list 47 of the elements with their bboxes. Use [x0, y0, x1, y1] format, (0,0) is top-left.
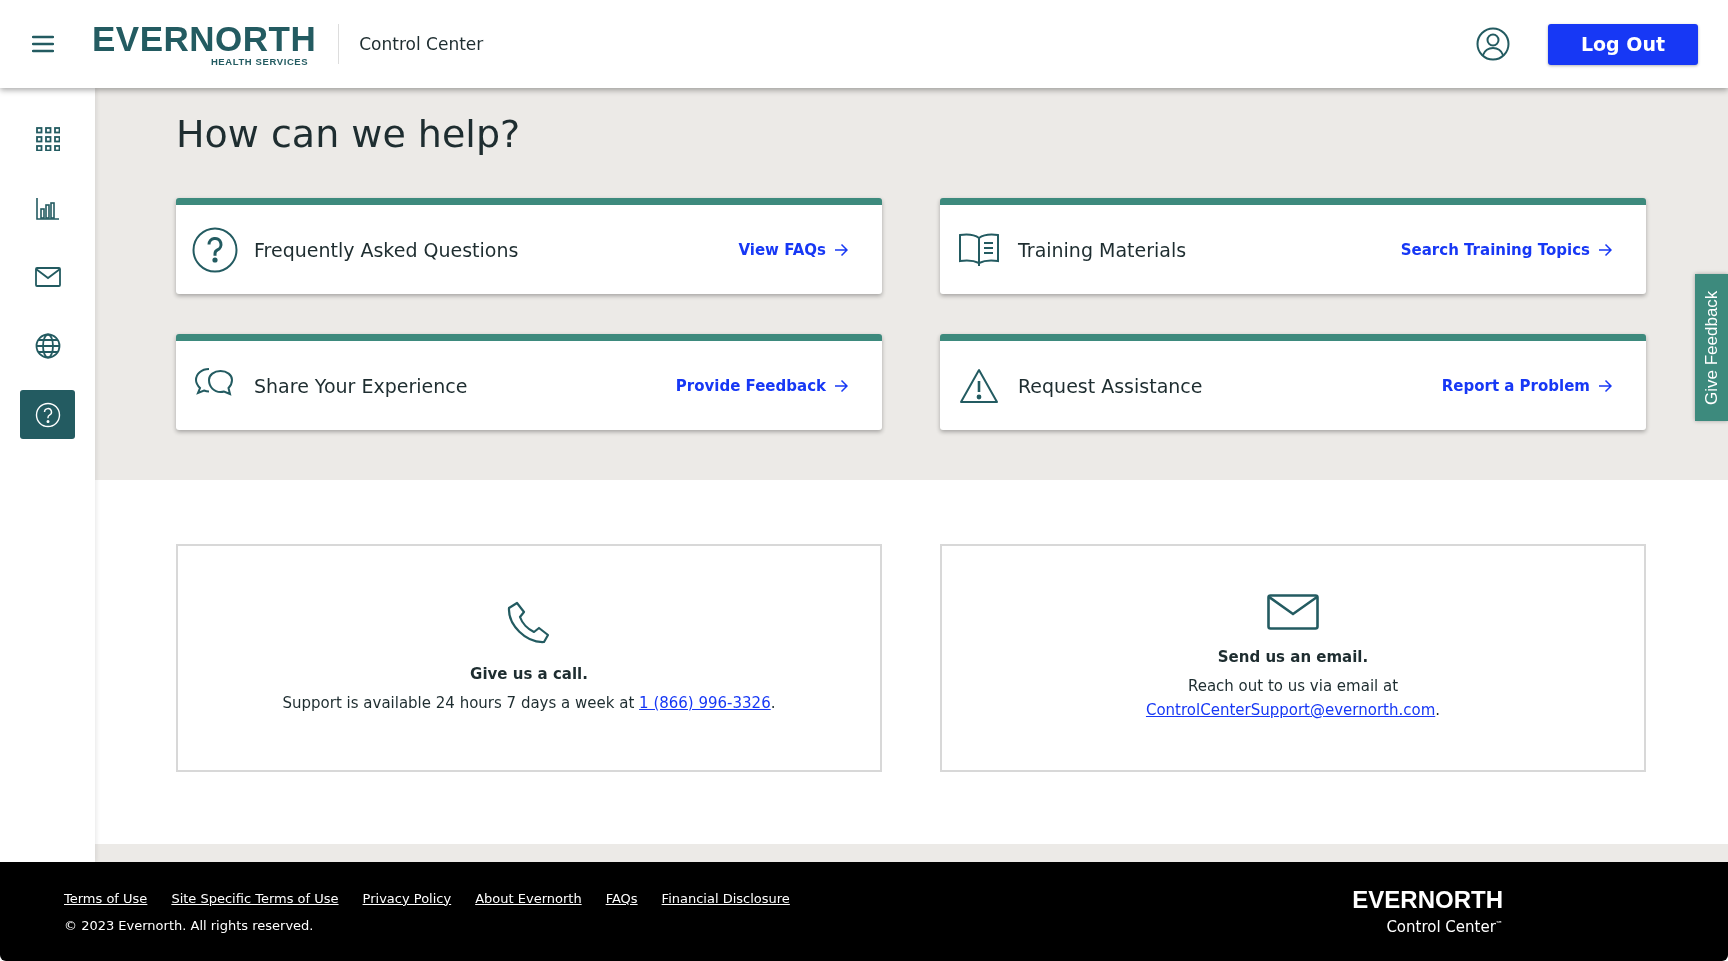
footer-product-name: Control Center$^{℠}$ — [1386, 917, 1503, 936]
globe-icon — [34, 332, 61, 359]
arrow-right-icon — [834, 242, 848, 257]
menu-button[interactable] — [32, 35, 54, 53]
card-link[interactable]: Search Training Topics — [1400, 240, 1612, 259]
footer-link[interactable]: Financial Disclosure — [661, 890, 790, 906]
logo-tagline: HEALTH SERVICES — [210, 55, 309, 67]
footer-link[interactable]: FAQs — [605, 890, 638, 906]
bar-chart-icon — [35, 195, 60, 220]
page-title: How can we help? — [176, 111, 522, 158]
footer-link[interactable]: Privacy Policy — [362, 890, 452, 906]
logo-wordmark: EVERNORTH — [92, 21, 317, 56]
footer-link[interactable]: Site Specific Terms of Use — [171, 890, 339, 906]
contact-text: Reach out to us via email at ControlCenterSupport@evernorth.com. — [1144, 676, 1442, 721]
sidebar-nav-button[interactable] — [20, 390, 75, 439]
arrow-right-icon — [1598, 378, 1612, 393]
card-title: Request Assistance — [1018, 374, 1204, 397]
question-icon — [192, 226, 238, 273]
card-title: Share Your Experience — [254, 374, 469, 397]
contact-link[interactable]: 1 (866) 996-3326 — [639, 694, 771, 712]
contact-heading: Give us a call. — [470, 665, 588, 683]
arrow-right-icon — [834, 378, 848, 393]
apps-grid-icon — [35, 126, 60, 151]
card-link[interactable]: Provide Feedback — [675, 376, 848, 395]
footer-link[interactable]: About Evernorth — [475, 890, 582, 906]
user-icon — [1476, 27, 1510, 61]
arrow-right-icon — [1598, 242, 1612, 257]
log-out-button[interactable]: Log Out — [1548, 23, 1698, 65]
envelope-icon — [1267, 594, 1319, 630]
footer-link[interactable]: Terms of Use — [64, 890, 148, 906]
card-link[interactable]: Report a Problem — [1441, 376, 1612, 395]
card-title: Training Materials — [1018, 238, 1188, 261]
contact-text: Support is available 24 hours 7 days a week at 1 (866) 996-3326. — [282, 693, 776, 714]
mail-icon — [34, 266, 61, 287]
help-icon — [34, 401, 61, 428]
contact-link[interactable]: ControlCenterSupport@evernorth.com — [1145, 701, 1436, 719]
card-link[interactable]: View FAQs — [738, 240, 848, 259]
card-title: Frequently Asked Questions — [254, 238, 520, 261]
warning-icon — [959, 367, 999, 404]
copyright-text: © 2023 Evernorth. All rights reserved. — [64, 917, 315, 933]
open-book-icon — [959, 232, 999, 267]
menu-icon — [32, 35, 54, 53]
give-feedback-tab[interactable]: Give Feedback — [1695, 274, 1728, 421]
app-name: Control Center — [359, 34, 484, 54]
contact-heading: Send us an email. — [1217, 648, 1369, 666]
footer-logo-wordmark: EVERNORTH — [1352, 887, 1503, 912]
user-profile-button[interactable] — [1476, 27, 1510, 61]
